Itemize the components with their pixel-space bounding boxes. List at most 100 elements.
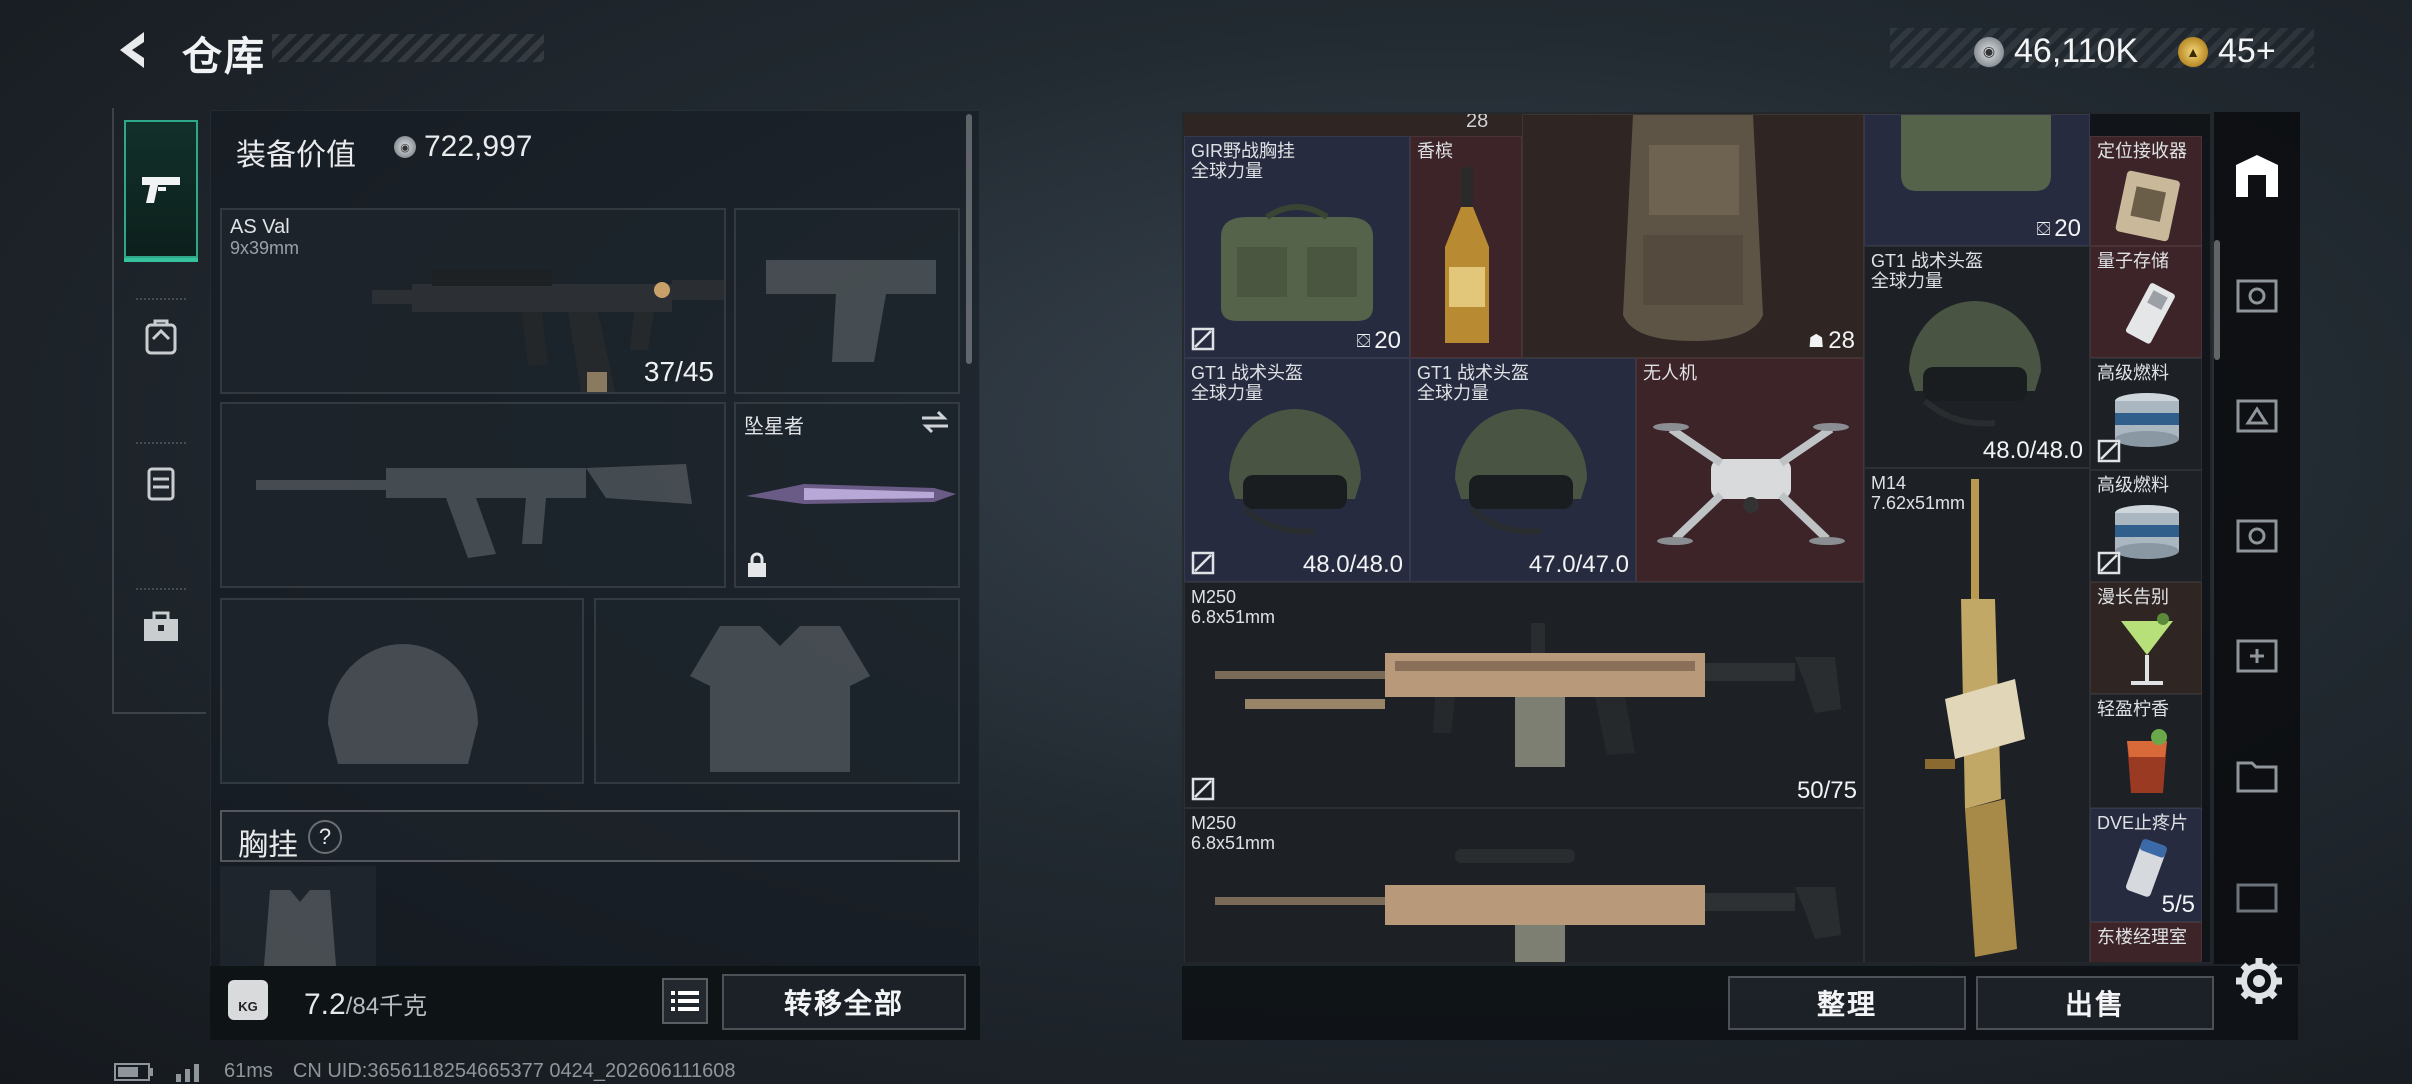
item-capacity: ☗ 28 xyxy=(1808,327,1855,355)
sort-button[interactable]: 整理 xyxy=(1728,976,1966,1030)
silver-coin-icon: ◉ xyxy=(1974,36,2004,67)
inventory-item-light-lemon[interactable]: 轻盈柠香 xyxy=(2090,694,2202,808)
back-button[interactable] xyxy=(110,26,158,74)
back-arrow-icon xyxy=(120,32,144,68)
item-faction: 全球力量 xyxy=(1191,161,1263,181)
item-name: GIR野战胸挂 xyxy=(1191,141,1296,161)
rail-item-vest[interactable] xyxy=(124,414,198,552)
toolbox-icon xyxy=(144,611,178,641)
chest-rig-slot[interactable] xyxy=(220,866,376,966)
cocktail-icon xyxy=(2121,613,2173,685)
item-capacity: ⛋ 20 xyxy=(1357,327,1401,355)
storage-tab-3[interactable] xyxy=(2226,382,2288,444)
inventory-item-premium-fuel[interactable]: 高级燃料 xyxy=(2090,358,2202,470)
tactical-helmet-icon xyxy=(1229,409,1361,535)
storage-tab-scrollbar[interactable] xyxy=(2214,240,2220,360)
sell-button[interactable]: 出售 xyxy=(1976,976,2214,1030)
title-decoration xyxy=(272,34,544,62)
inventory-item-backpack[interactable]: ☗ 28 xyxy=(1522,114,1864,358)
weight-max: /84千克 xyxy=(345,993,428,1020)
item-name: GT1 战术头盔 xyxy=(1871,251,1984,271)
inventory-item-gt1-helmet[interactable]: GT1 战术头盔 全球力量 47.0/47.0 xyxy=(1410,358,1636,582)
inventory-item-m250[interactable]: M250 6.8x51mm xyxy=(1184,808,1864,962)
item-name: GT1 战术头盔 xyxy=(1191,363,1304,383)
inventory-item-dve-painkiller[interactable]: DVE止疼片 5/5 xyxy=(2090,808,2202,922)
weight-current: 7.2 xyxy=(304,988,346,1021)
storage-tab-folder[interactable] xyxy=(2226,742,2288,804)
gold-currency[interactable]: ▲ 45+ xyxy=(2178,32,2276,71)
item-name: M250 xyxy=(1191,813,1237,833)
duffel-bag-icon xyxy=(1901,115,2051,191)
storage-box-icon xyxy=(2236,399,2278,433)
large-backpack-icon xyxy=(1623,115,1763,341)
inventory-item-gir-chest-rig[interactable]: GIR野战胸挂 全球力量 ⛋ 20 xyxy=(1184,136,1410,358)
inventory-item-locator[interactable]: 定位接收器 xyxy=(2090,136,2202,246)
weapon-ammo-count: 37/45 xyxy=(643,356,714,387)
item-name: 量子存储 xyxy=(2097,251,2169,271)
helmet-slot[interactable] xyxy=(220,598,584,784)
item-name: 无人机 xyxy=(1643,363,1697,383)
armor-silhouette-icon xyxy=(690,626,870,772)
help-icon[interactable]: ? xyxy=(308,820,342,854)
vest-icon xyxy=(147,467,175,501)
inventory-item-premium-fuel[interactable]: 高级燃料 xyxy=(2090,470,2202,582)
folder-icon xyxy=(2236,761,2278,793)
silver-coin-icon: ◉ xyxy=(394,136,416,158)
melee-slot[interactable]: 坠星者 xyxy=(734,402,960,588)
inventory-item-champagne[interactable]: 香槟 xyxy=(1410,136,1522,358)
m250-scoped-machine-gun-icon xyxy=(1215,849,1841,962)
locator-device-icon xyxy=(2115,170,2180,242)
lock-icon xyxy=(748,552,766,577)
inventory-item-drone[interactable]: 无人机 xyxy=(1636,358,1864,582)
inventory-item-manager-room-key[interactable]: 东楼经理室 xyxy=(2090,922,2202,962)
battery-icon xyxy=(114,1062,153,1081)
settings-button[interactable] xyxy=(2232,954,2286,1008)
item-name: GT1 战术头盔 xyxy=(1417,363,1530,383)
m250-machine-gun-icon xyxy=(1215,623,1841,767)
transfer-all-button[interactable]: 转移全部 xyxy=(722,974,966,1030)
inventory-item-gt1-helmet[interactable]: GT1 战术头盔 全球力量 48.0/48.0 xyxy=(1184,358,1410,582)
storage-box-icon xyxy=(2236,519,2278,553)
storage-tab-medical[interactable] xyxy=(2226,622,2288,684)
section-title: 胸挂 xyxy=(238,829,298,862)
secondary-weapon-slot[interactable] xyxy=(220,402,726,588)
swap-icon[interactable] xyxy=(920,410,950,434)
rail-item-weapons[interactable] xyxy=(124,120,198,262)
storage-tab-main[interactable] xyxy=(2226,146,2288,208)
armor-slot[interactable] xyxy=(594,598,960,784)
peek-qty: 28 xyxy=(1466,114,1489,132)
silver-currency[interactable]: ◉ 46,110K xyxy=(1974,32,2138,71)
tactical-helmet-icon xyxy=(1909,301,2041,427)
storage-tab-more[interactable] xyxy=(2226,862,2288,924)
item-name: 东楼经理室 xyxy=(2097,927,2187,947)
storage-tab-4b[interactable] xyxy=(2226,502,2288,564)
storage-box-icon xyxy=(2236,279,2278,313)
rail-item-case[interactable] xyxy=(124,558,198,696)
status-bar: 61ms CN UID:3656118254665377 0424_202606… xyxy=(114,1060,736,1083)
inventory-item-field-bag[interactable]: ⛋ 20 xyxy=(1864,114,2090,246)
storage-tab-4[interactable] xyxy=(2226,262,2288,324)
weapon-name: AS Val xyxy=(230,216,290,238)
inventory-item-m14[interactable]: M14 7.62x51mm xyxy=(1864,468,2090,962)
storage-box-icon xyxy=(2236,883,2278,913)
equipment-value: ◉ 722,997 xyxy=(394,130,532,164)
inventory-item-long-goodbye[interactable]: 漫长告别 xyxy=(2090,582,2202,694)
sidearm-slot[interactable] xyxy=(734,208,960,394)
category-rail xyxy=(112,108,206,714)
rail-item-backpack[interactable] xyxy=(124,268,198,406)
item-uses: 5/5 xyxy=(2161,891,2195,918)
carry-weight: 7.2/84千克 xyxy=(304,986,427,1022)
inventory-item-quantum-storage[interactable]: 量子存储 xyxy=(2090,246,2202,358)
gold-amount: 45+ xyxy=(2218,32,2276,70)
inventory-item-gt1-helmet[interactable]: GT1 战术头盔 全球力量 48.0/48.0 xyxy=(1864,246,2090,468)
loadout-scrollbar[interactable] xyxy=(966,114,972,364)
primary-weapon-slot[interactable]: AS Val 9x39mm 37/45 xyxy=(220,208,726,394)
pistol-silhouette-icon xyxy=(766,260,936,362)
tactical-helmet-icon xyxy=(1455,409,1587,535)
page-title: 仓库 xyxy=(182,35,266,79)
item-name: 定位接收器 xyxy=(2097,141,2187,161)
chest-rig-section-header: 胸挂 ? xyxy=(220,810,960,862)
no-insure-icon xyxy=(2097,551,2121,575)
list-view-button[interactable] xyxy=(662,978,708,1024)
inventory-item-m250[interactable]: M250 6.8x51mm 50/75 xyxy=(1184,582,1864,808)
